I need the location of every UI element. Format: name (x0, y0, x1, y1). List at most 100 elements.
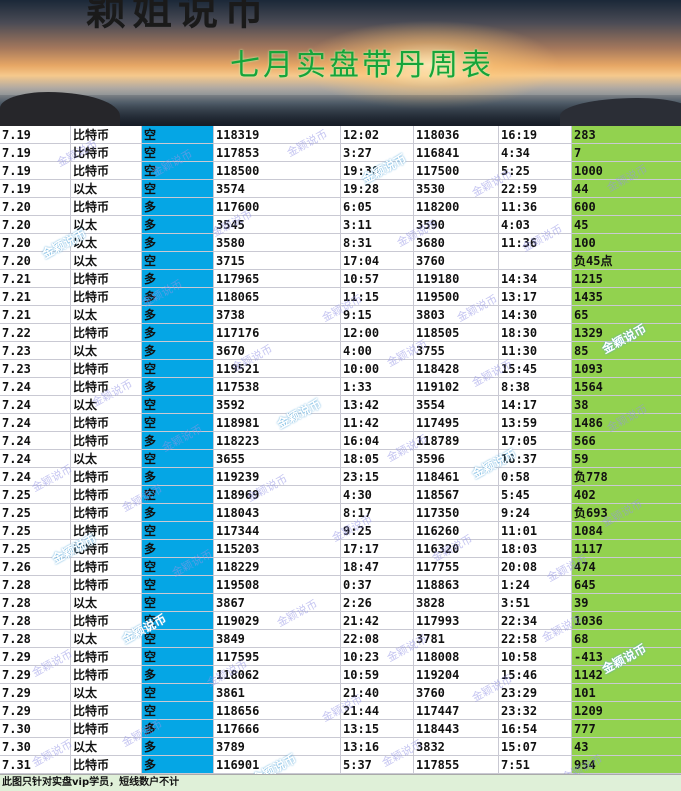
entry-time: 17:17 (341, 540, 414, 558)
exit-time: 5:25 (499, 162, 572, 180)
entry-price: 117600 (214, 198, 341, 216)
entry-time: 23:15 (341, 468, 414, 486)
profit-points: 1093 (572, 360, 681, 378)
trade-date: 7.29 (0, 684, 71, 702)
table-row: 7.25 比特币多 118043 8:17 117350 9:24 负693 (0, 504, 681, 522)
entry-price: 3861 (214, 684, 341, 702)
trade-direction: 空 (142, 180, 214, 198)
table-row: 7.19 以太空 3574 19:28 3530 22:59 44 (0, 180, 681, 198)
trade-date: 7.24 (0, 414, 71, 432)
exit-price: 3755 (414, 342, 499, 360)
trade-date: 7.21 (0, 306, 71, 324)
exit-price: 117755 (414, 558, 499, 576)
profit-points: 474 (572, 558, 681, 576)
trade-date: 7.29 (0, 666, 71, 684)
exit-time: 0:58 (499, 468, 572, 486)
coin-name: 以太 (71, 738, 142, 756)
profit-points: 负45点 (572, 252, 681, 270)
entry-time: 10:23 (341, 648, 414, 666)
exit-time: 4:03 (499, 216, 572, 234)
exit-price: 116841 (414, 144, 499, 162)
profit-points: 1117 (572, 540, 681, 558)
exit-price: 117855 (414, 756, 499, 774)
table-row: 7.26 比特币空 118229 18:47 117755 20:08 474 (0, 558, 681, 576)
exit-price: 118008 (414, 648, 499, 666)
entry-time: 12:02 (341, 126, 414, 144)
exit-time: 13:17 (499, 288, 572, 306)
coin-name: 比特币 (71, 558, 142, 576)
exit-price: 118036 (414, 126, 499, 144)
trade-direction: 空 (142, 252, 214, 270)
table-row: 7.29 比特币空 117595 10:23 118008 10:58 -413 (0, 648, 681, 666)
entry-price: 117965 (214, 270, 341, 288)
trade-direction: 空 (142, 558, 214, 576)
table-row: 7.19 比特币空 117853 3:27 116841 4:34 7 (0, 144, 681, 162)
profit-points: 44 (572, 180, 681, 198)
entry-time: 22:08 (341, 630, 414, 648)
entry-price: 118319 (214, 126, 341, 144)
table-row: 7.24 比特币多 119239 23:15 118461 0:58 负778 (0, 468, 681, 486)
entry-time: 9:15 (341, 306, 414, 324)
trade-direction: 空 (142, 684, 214, 702)
profit-points: 负778 (572, 468, 681, 486)
coin-name: 比特币 (71, 504, 142, 522)
exit-time: 22:34 (499, 612, 572, 630)
table-row: 7.19 比特币空 118319 12:02 118036 16:19 283 (0, 126, 681, 144)
exit-price: 3760 (414, 684, 499, 702)
entry-price: 118500 (214, 162, 341, 180)
entry-price: 117853 (214, 144, 341, 162)
entry-price: 3738 (214, 306, 341, 324)
entry-time: 13:16 (341, 738, 414, 756)
exit-time: 7:51 (499, 756, 572, 774)
header-banner: 颖姐说币 七月实盘带丹周表 (0, 0, 681, 126)
entry-price: 119239 (214, 468, 341, 486)
profit-points: 1435 (572, 288, 681, 306)
exit-time: 10:58 (499, 648, 572, 666)
exit-price: 119204 (414, 666, 499, 684)
table-row: 7.21 比特币多 118065 11:15 119500 13:17 1435 (0, 288, 681, 306)
profit-points: 1486 (572, 414, 681, 432)
exit-price: 117447 (414, 702, 499, 720)
exit-time: 20:08 (499, 558, 572, 576)
exit-price: 3530 (414, 180, 499, 198)
exit-time: 3:51 (499, 594, 572, 612)
coin-name: 比特币 (71, 720, 142, 738)
profit-points: 645 (572, 576, 681, 594)
brand-title: 颖姐说币 (86, 0, 270, 34)
table-row: 7.30 以太多 3789 13:16 3832 15:07 43 (0, 738, 681, 756)
coin-name: 以太 (71, 252, 142, 270)
exit-price: 119102 (414, 378, 499, 396)
table-row: 7.19 比特币空 118500 19:30 117500 5:25 1000 (0, 162, 681, 180)
coin-name: 比特币 (71, 756, 142, 774)
exit-time: 13:59 (499, 414, 572, 432)
entry-price: 117666 (214, 720, 341, 738)
exit-price: 117993 (414, 612, 499, 630)
profit-points: 1209 (572, 702, 681, 720)
footer-note: 此图只针对实盘vip学员，短线数户不计 (0, 774, 681, 791)
table-row: 7.28 比特币空 119508 0:37 118863 1:24 645 (0, 576, 681, 594)
exit-price: 118789 (414, 432, 499, 450)
exit-price: 116260 (414, 522, 499, 540)
trade-direction: 多 (142, 738, 214, 756)
weekly-report-title: 七月实盘带丹周表 (230, 48, 494, 83)
trade-date: 7.24 (0, 396, 71, 414)
coin-name: 以太 (71, 396, 142, 414)
entry-time: 3:11 (341, 216, 414, 234)
profit-points: 68 (572, 630, 681, 648)
entry-time: 10:00 (341, 360, 414, 378)
entry-price: 115203 (214, 540, 341, 558)
table-row: 7.21 以太多 3738 9:15 3803 14:30 65 (0, 306, 681, 324)
trade-date: 7.25 (0, 504, 71, 522)
entry-price: 117595 (214, 648, 341, 666)
trade-date: 7.28 (0, 594, 71, 612)
trade-date: 7.19 (0, 180, 71, 198)
exit-price: 3554 (414, 396, 499, 414)
trade-date: 7.24 (0, 378, 71, 396)
entry-price: 118223 (214, 432, 341, 450)
profit-points: 59 (572, 450, 681, 468)
exit-price: 118505 (414, 324, 499, 342)
entry-price: 117538 (214, 378, 341, 396)
profit-points: 101 (572, 684, 681, 702)
trade-direction: 多 (142, 324, 214, 342)
table-row: 7.20 以太空 3715 17:04 3760 负45点 (0, 252, 681, 270)
